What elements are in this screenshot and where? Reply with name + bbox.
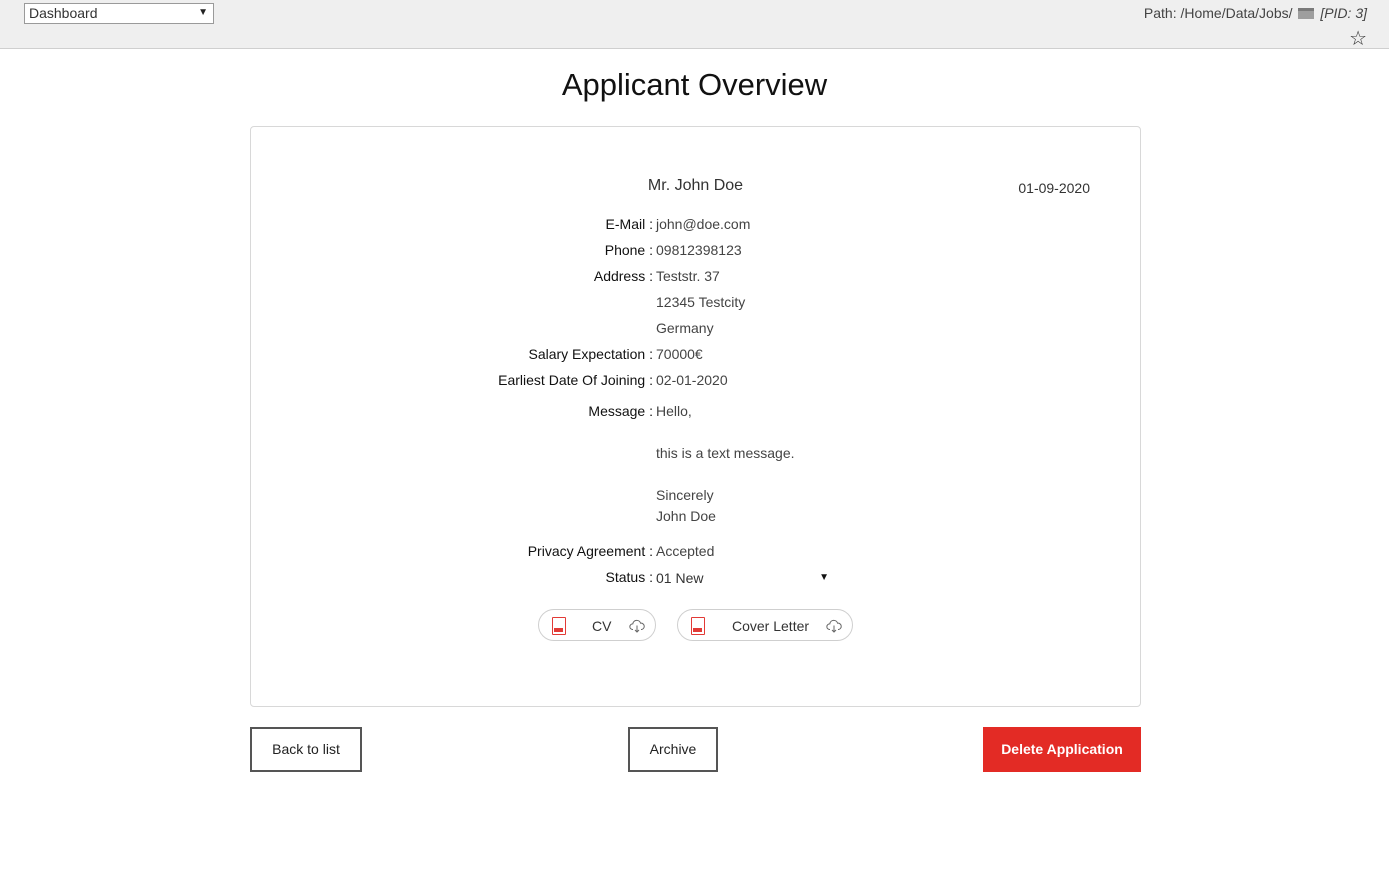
top-bar: Dashboard ▼ Path: /Home/Data/Jobs/ [PID:… [0, 0, 1389, 49]
pdf-file-icon [691, 617, 705, 635]
salary-row: Salary Expectation : [352, 344, 653, 364]
page-title: Applicant Overview [561, 67, 828, 102]
cover-letter-label: Cover Letter [732, 618, 810, 634]
delete-application-button[interactable]: Delete Application [983, 727, 1141, 772]
cv-label: CV [592, 618, 612, 634]
cloud-download-icon [629, 619, 645, 633]
joining-row: Earliest Date Of Joining : [352, 370, 653, 390]
address-line-3: Germany [656, 320, 714, 336]
dropdown-arrow-icon: ▼ [198, 7, 208, 18]
message-line-4: John Doe [656, 508, 716, 524]
salary-label: Salary Expectation : [528, 346, 653, 362]
module-select-value: Dashboard [29, 5, 98, 21]
salary-value: 70000€ [656, 346, 703, 362]
phone-label: Phone : [604, 242, 653, 258]
applicant-name: Mr. John Doe [647, 177, 744, 194]
status-row: Status : [352, 567, 653, 587]
address-line-2: 12345 Testcity [656, 294, 746, 310]
message-line-3: Sincerely [656, 487, 714, 503]
back-to-list-button[interactable]: Back to list [250, 727, 362, 772]
cv-download-button[interactable]: CV [538, 609, 656, 641]
cover-letter-download-button[interactable]: Cover Letter [677, 609, 853, 641]
message-row: Message : [352, 401, 653, 421]
joining-label: Earliest Date Of Joining : [498, 372, 653, 388]
privacy-value: Accepted [656, 543, 715, 559]
status-select[interactable]: 01 New ▼ [656, 568, 832, 588]
phone-value: 09812398123 [656, 242, 742, 258]
application-date: 01-09-2020 [1018, 180, 1090, 196]
status-select-value: 01 New [656, 570, 704, 586]
address-label: Address : [593, 268, 653, 284]
message-label: Message : [588, 403, 653, 419]
breadcrumb: Path: /Home/Data/Jobs/ [PID: 3] [1144, 5, 1367, 21]
privacy-label: Privacy Agreement : [527, 543, 653, 559]
dropdown-arrow-icon: ▼ [819, 572, 829, 583]
message-line-2: this is a text message. [656, 445, 795, 461]
path-label: Path: /Home/Data/Jobs/ [1143, 5, 1293, 21]
folder-icon [1298, 8, 1315, 19]
applicant-card: Mr. John Doe 01-09-2020 E-Mail : john@do… [250, 126, 1141, 707]
message-line-1: Hello, [656, 403, 692, 419]
email-row: E-Mail : [352, 214, 653, 234]
address-line-1: Teststr. 37 [656, 268, 720, 284]
status-label: Status : [605, 569, 653, 585]
module-select[interactable]: Dashboard ▼ [24, 3, 214, 24]
email-value: john@doe.com [656, 216, 751, 232]
joining-value: 02-01-2020 [656, 372, 728, 388]
pid-label: [PID: 3] [1320, 5, 1367, 21]
cloud-download-icon [826, 619, 842, 633]
privacy-row: Privacy Agreement : [352, 541, 653, 561]
address-row: Address : [352, 266, 653, 286]
email-label: E-Mail : [605, 216, 653, 232]
archive-button[interactable]: Archive [628, 727, 718, 772]
phone-row: Phone : [352, 240, 653, 260]
bookmark-star-icon[interactable]: ☆ [1349, 29, 1367, 49]
pdf-file-icon [552, 617, 566, 635]
